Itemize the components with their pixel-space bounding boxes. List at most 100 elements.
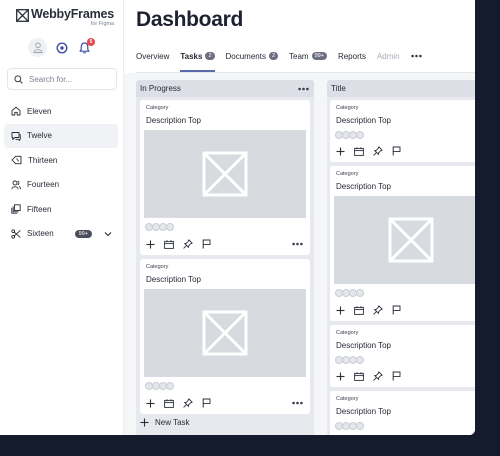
tag-icon — [11, 155, 22, 165]
sidebar-count-badge: 99+ — [74, 229, 92, 238]
calendar-icon[interactable] — [354, 371, 364, 381]
task-card[interactable]: Category Description Top — [330, 166, 475, 321]
flag-icon[interactable] — [392, 371, 401, 381]
sidebar-item-label: Fifteen — [27, 204, 52, 214]
card-actions — [146, 239, 211, 249]
card-description: Description Top — [336, 407, 391, 416]
pin-icon[interactable] — [373, 305, 383, 315]
sidebar-item-fourteen[interactable]: Fourteen — [4, 173, 118, 197]
kanban-board: In Progress Category Description Top Cat… — [124, 73, 475, 435]
pin-icon[interactable] — [373, 146, 383, 156]
calendar-icon[interactable] — [354, 146, 364, 156]
tab-label: Tasks — [180, 51, 203, 61]
sidebar-item-label: Thirteen — [28, 155, 58, 165]
assignee-avatar — [356, 131, 364, 139]
column-header: Title — [327, 80, 475, 97]
task-card[interactable]: Category Description Top — [140, 259, 310, 414]
sidebar-nav: Eleven Twelve Thirteen Fourteen Fifteen … — [4, 99, 118, 246]
sidebar-item-fifteen[interactable]: Fifteen — [4, 197, 118, 221]
flag-icon[interactable] — [202, 398, 211, 408]
tab-reports[interactable]: Reports — [338, 46, 366, 66]
column-header: In Progress — [136, 80, 314, 97]
search-input[interactable] — [29, 74, 109, 84]
tabs-more-button[interactable] — [410, 46, 422, 66]
assignee-avatar — [166, 223, 174, 231]
plus-icon[interactable] — [336, 306, 345, 315]
tab-documents[interactable]: Documents 2 — [226, 46, 279, 66]
image-placeholder — [144, 130, 306, 218]
calendar-icon[interactable] — [164, 239, 174, 249]
flag-icon[interactable] — [392, 146, 401, 156]
pin-icon[interactable] — [183, 239, 193, 249]
plus-icon[interactable] — [146, 399, 155, 408]
plus-icon — [140, 418, 149, 426]
plus-icon[interactable] — [146, 240, 155, 249]
assignee-avatar — [356, 289, 364, 297]
assignee-avatar — [356, 356, 364, 364]
task-card[interactable]: Category Description Top — [330, 325, 475, 387]
card-category: Category — [336, 105, 359, 111]
assignee-avatars — [145, 382, 174, 390]
card-actions — [146, 398, 211, 408]
calendar-icon[interactable] — [354, 305, 364, 315]
card-actions — [336, 305, 401, 315]
kanban-column-in-progress: In Progress Category Description Top Cat… — [136, 80, 314, 435]
notifications-button[interactable]: 5 — [77, 37, 95, 55]
task-card[interactable]: Category Description Top — [330, 100, 475, 162]
tab-label: Reports — [337, 51, 366, 61]
flag-icon[interactable] — [392, 305, 401, 315]
user-icon — [33, 42, 42, 53]
search-icon — [14, 74, 23, 84]
more-horizontal-icon[interactable] — [292, 242, 303, 246]
assignee-avatars — [335, 289, 364, 297]
app-window: WebbyFrames for Figma 5 Search for... El… — [0, 0, 475, 435]
new-task-button[interactable]: New Task — [140, 414, 190, 430]
card-category: Category — [146, 105, 169, 111]
calendar-icon[interactable] — [164, 398, 174, 408]
pin-icon[interactable] — [373, 371, 383, 381]
card-description: Description Top — [146, 275, 201, 284]
sidebar-item-thirteen[interactable]: Thirteen — [4, 148, 118, 172]
image-placeholder — [334, 196, 475, 284]
users-icon — [11, 180, 21, 189]
sidebar-item-twelve[interactable]: Twelve — [4, 123, 118, 148]
notification-badge: 5 — [87, 37, 95, 46]
more-horizontal-icon[interactable] — [298, 87, 309, 91]
sidebar-item-label: Fourteen — [27, 180, 60, 189]
chevron-down-icon[interactable] — [104, 231, 112, 237]
user-avatar[interactable] — [28, 38, 47, 57]
task-card[interactable]: Category Description Top — [330, 391, 475, 435]
brand-name: WebbyFrames — [31, 7, 115, 21]
card-actions — [336, 371, 401, 381]
target-icon — [56, 41, 68, 54]
column-title: Title — [331, 84, 346, 93]
home-icon — [11, 106, 21, 116]
tab-count-badge: 2 — [268, 52, 279, 60]
card-actions — [336, 146, 401, 156]
card-category: Category — [336, 171, 359, 177]
assignee-avatars — [145, 223, 174, 231]
sidebar-item-label: Sixteen — [27, 229, 54, 238]
sidebar-item-label: Eleven — [27, 106, 52, 116]
tab-bar: Overview Tasks 2 Documents 2 Team 99+ Re… — [136, 46, 433, 72]
sidebar-item-sixteen[interactable]: Sixteen 99+ — [4, 222, 118, 246]
task-card[interactable]: Category Description Top — [140, 100, 310, 255]
brand-logo[interactable]: WebbyFrames for Figma — [16, 8, 114, 27]
search-box[interactable] — [7, 68, 117, 90]
target-button[interactable] — [55, 41, 69, 55]
tab-tasks[interactable]: Tasks 2 — [180, 46, 215, 72]
tab-team[interactable]: Team 99+ — [289, 46, 327, 66]
main-content: Dashboard Overview Tasks 2 Documents 2 T… — [124, 0, 475, 435]
pin-icon[interactable] — [183, 398, 193, 408]
brand-mark-icon — [16, 9, 29, 22]
more-horizontal-icon[interactable] — [292, 401, 303, 405]
sidebar-item-eleven[interactable]: Eleven — [4, 99, 118, 123]
plus-icon[interactable] — [336, 147, 345, 156]
tab-count-badge: 2 — [205, 52, 215, 60]
plus-icon[interactable] — [336, 372, 345, 381]
page-title: Dashboard — [136, 8, 243, 31]
tab-overview[interactable]: Overview — [136, 46, 169, 66]
column-title: In Progress — [140, 84, 181, 93]
scissors-icon — [11, 228, 21, 239]
flag-icon[interactable] — [202, 239, 211, 249]
